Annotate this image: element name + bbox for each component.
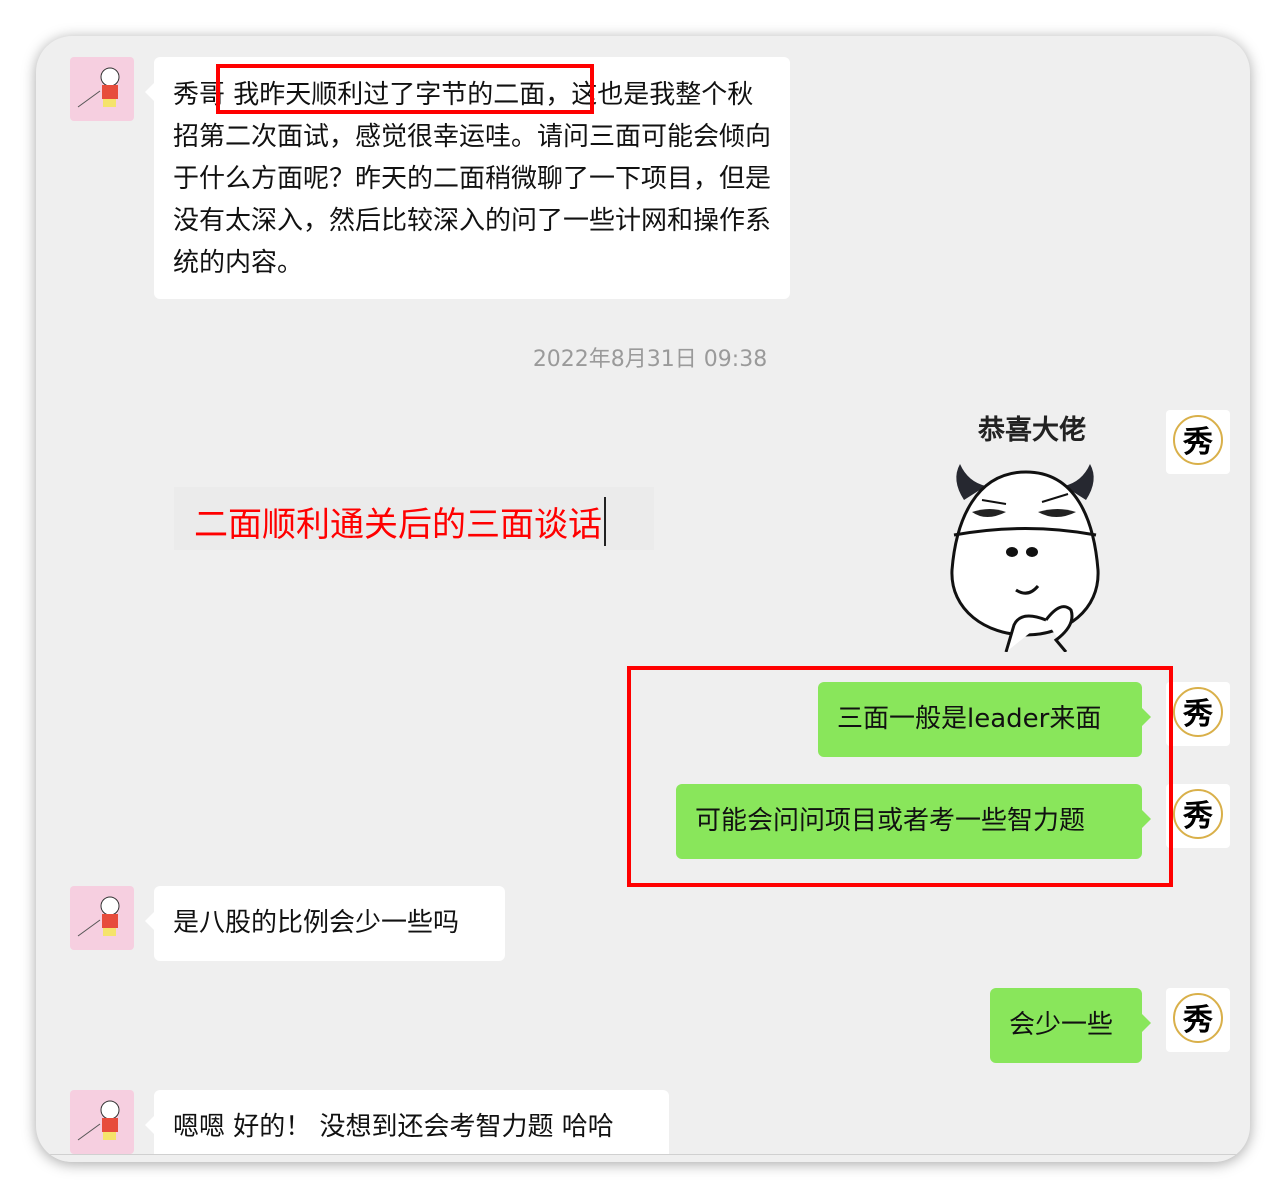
svg-text:秀: 秀: [1182, 425, 1213, 460]
avatar-right[interactable]: 秀: [1166, 410, 1230, 474]
logo-avatar-icon: 秀: [1173, 789, 1223, 839]
avatar-left[interactable]: [70, 57, 134, 121]
message-bubble[interactable]: 会少一些: [990, 988, 1151, 1063]
avatar-left[interactable]: [70, 886, 134, 950]
svg-text:秀: 秀: [1182, 1003, 1213, 1038]
avatar-right[interactable]: 秀: [1166, 784, 1230, 848]
highlight-box: [216, 64, 594, 114]
message-bubble[interactable]: 嗯嗯 好的！ 没想到还会考智力题 哈哈: [145, 1090, 669, 1162]
svg-text:秀: 秀: [1182, 799, 1213, 834]
message-bubble[interactable]: 是八股的比例会少一些吗: [145, 886, 505, 961]
avatar-right[interactable]: 秀: [1166, 988, 1230, 1052]
bottom-divider: [36, 1154, 1250, 1162]
cow-sticker-icon[interactable]: [946, 460, 1106, 652]
shinchan-avatar-icon: [77, 1100, 120, 1141]
sticker-caption: 恭喜大佬: [978, 415, 1086, 446]
logo-avatar-icon: 秀: [1173, 687, 1223, 737]
logo-avatar-icon: 秀: [1173, 415, 1223, 465]
annotation-box[interactable]: 二面顺利通关后的三面谈话: [174, 487, 654, 550]
timestamp: 2022年8月31日 09:38: [532, 347, 768, 372]
highlight-box: [627, 666, 1173, 887]
annotation-text: 二面顺利通关后的三面谈话: [194, 497, 606, 546]
avatar-left[interactable]: [70, 1090, 134, 1154]
shinchan-avatar-icon: [77, 67, 120, 108]
shinchan-avatar-icon: [77, 896, 120, 937]
avatar-right[interactable]: 秀: [1166, 682, 1230, 746]
svg-text:秀: 秀: [1182, 697, 1213, 732]
logo-avatar-icon: 秀: [1173, 993, 1223, 1043]
chat-window: 秀哥 我昨天顺利过了字节的二面，这也是我整个秋招第二次面试，感觉很幸运哇。请问三…: [36, 36, 1250, 1162]
